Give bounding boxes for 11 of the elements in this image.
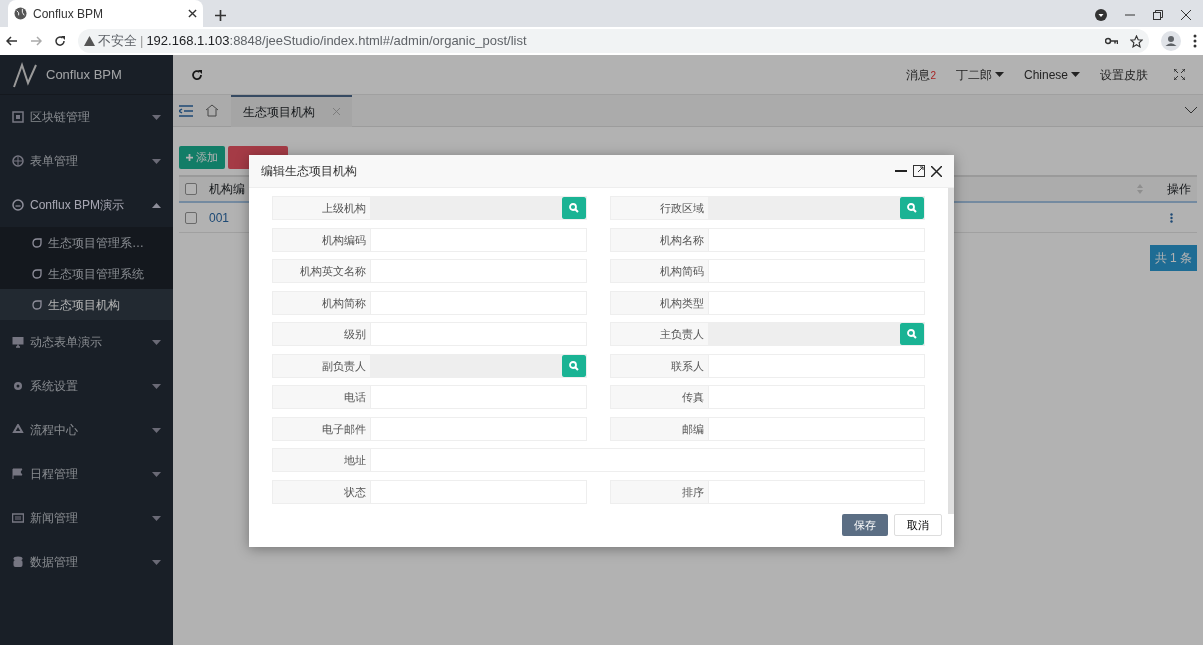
url-text: 192.168.1.103:8848/jeeStudio/index.html#/admin/organic_post/list [146, 32, 527, 51]
tab-title: Conflux BPM [33, 5, 105, 23]
security-label: 不安全 [98, 32, 137, 51]
pagination-total: 共 1 条 [1149, 245, 1197, 271]
column-header: 机构编 [209, 181, 245, 198]
separator: | [140, 32, 144, 51]
column-header: 操作 [1167, 181, 1191, 198]
table-cell-text: 001 [209, 209, 230, 227]
brand-name: Conflux BPM [46, 65, 122, 84]
message-count: 2 [930, 69, 936, 81]
dialog-title: 编辑生态项目机构 [261, 163, 357, 180]
